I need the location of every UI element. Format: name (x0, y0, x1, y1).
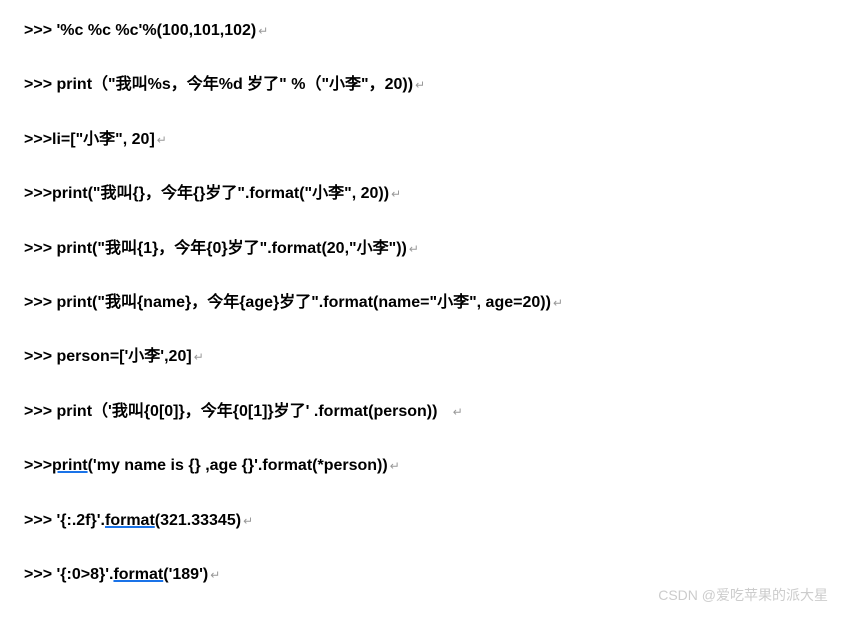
newline-icon: ↵ (390, 459, 400, 473)
newline-icon: ↵ (194, 350, 204, 364)
underlined-text: format (105, 512, 155, 529)
code-line: >>> person=['小李',20]↵ (24, 346, 822, 368)
code-line: >>>li=["小李", 20]↵ (24, 129, 822, 151)
code-block: >>> '%c %c %c'%(100,101,102)↵ >>> print（"… (24, 20, 822, 586)
newline-icon: ↵ (553, 296, 563, 310)
newline-icon: ↵ (243, 514, 253, 528)
code-line: >>> print（'我叫{0[0]}，今年{0[1]}岁了' .format(… (24, 401, 822, 423)
newline-icon: ↵ (453, 405, 463, 419)
code-line: >>> '{:.2f}'.format(321.33345)↵ (24, 510, 822, 532)
code-line: >>> '%c %c %c'%(100,101,102)↵ (24, 20, 822, 42)
code-line: >>> print("我叫{name}，今年{age}岁了".format(na… (24, 292, 822, 314)
code-line: >>>print("我叫{}，今年{}岁了".format("小李", 20))… (24, 183, 822, 205)
newline-icon: ↵ (210, 568, 220, 582)
code-line: >>>print('my name is {} ,age {}'.format(… (24, 455, 822, 477)
newline-icon: ↵ (415, 78, 425, 92)
newline-icon: ↵ (391, 187, 401, 201)
code-line: >>> print（"我叫%s，今年%d 岁了" %（"小李"，20))↵ (24, 74, 822, 96)
code-line: >>> print("我叫{1}，今年{0}岁了".format(20,"小李"… (24, 238, 822, 260)
newline-icon: ↵ (409, 242, 419, 256)
code-line: >>> '{:0>8}'.format('189')↵ (24, 564, 822, 586)
underlined-text: print (52, 457, 88, 474)
watermark-text: CSDN @爱吃苹果的派大星 (658, 586, 828, 606)
newline-icon: ↵ (258, 24, 268, 38)
underlined-text: format (113, 566, 163, 583)
newline-icon: ↵ (157, 133, 167, 147)
